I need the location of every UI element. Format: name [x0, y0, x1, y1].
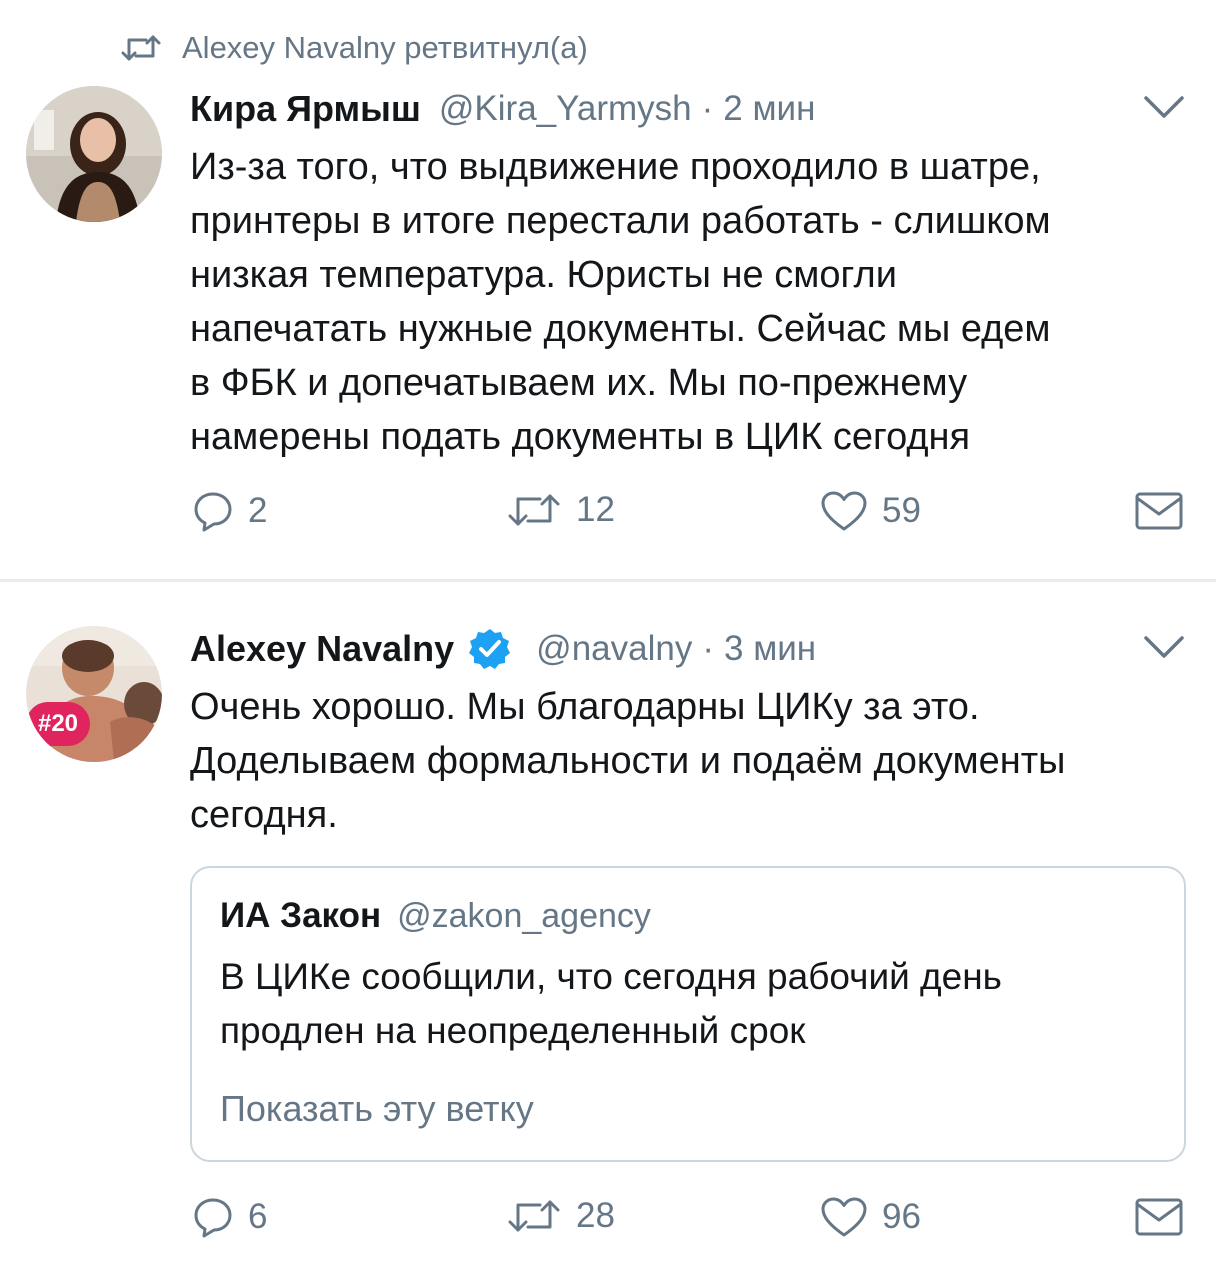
reply-icon	[194, 492, 232, 532]
avatar-badge: #20	[26, 702, 90, 746]
author-name[interactable]: Alexey Navalny	[190, 628, 454, 670]
retweet-icon	[508, 494, 560, 526]
heart-icon	[821, 1197, 867, 1237]
tweet-text: Из-за того, что выдвижение проходило в ш…	[190, 146, 1051, 458]
show-thread-link[interactable]: Показать эту ветку	[220, 1088, 534, 1130]
retweet-count: 28	[576, 1196, 615, 1235]
reply-button[interactable]: 2	[192, 490, 267, 532]
chevron-down-icon[interactable]	[1142, 632, 1186, 662]
tweet-divider	[0, 579, 1216, 582]
avatar[interactable]: #20	[26, 626, 162, 762]
quoted-author-name: ИА Закон	[220, 896, 382, 935]
like-button[interactable]: 59	[820, 490, 921, 532]
quoted-tweet-card[interactable]: ИА Закон @zakon_agency В ЦИКе сообщили, …	[190, 866, 1186, 1162]
quoted-author-handle: @zakon_agency	[397, 896, 651, 935]
reply-icon	[194, 1198, 232, 1238]
retweet-icon	[121, 35, 161, 61]
like-button[interactable]: 96	[820, 1196, 921, 1238]
tweet-header: Кира Ярмыш @Kira_Yarmysh · 2 мин	[190, 84, 815, 134]
reply-count: 2	[248, 491, 268, 530]
verified-badge-icon	[469, 629, 511, 669]
tweet-text: Очень хорошо. Мы благодарны ЦИКу за это.…	[190, 686, 1066, 836]
quoted-tweet-text: В ЦИКе сообщили, что сегодня рабочий ден…	[220, 956, 1002, 1051]
avatar-badge-text: #20	[37, 710, 79, 737]
retweet-context: Alexey Navalny ретвитнул(а)	[120, 28, 588, 68]
chevron-down-icon[interactable]	[1142, 92, 1186, 122]
timestamp[interactable]: 3 мин	[724, 629, 816, 669]
author-name[interactable]: Кира Ярмыш	[190, 88, 421, 130]
quoted-tweet-header: ИА Закон @zakon_agency	[220, 896, 651, 936]
author-handle[interactable]: @Kira_Yarmysh	[439, 89, 692, 129]
retweet-button[interactable]: 12	[506, 490, 615, 530]
retweet-button[interactable]: 28	[506, 1196, 615, 1236]
heart-icon	[821, 491, 867, 531]
retweeted-by-label: Alexey Navalny ретвитнул(а)	[182, 30, 588, 65]
reply-button[interactable]: 6	[192, 1196, 267, 1238]
author-handle[interactable]: @navalny	[536, 629, 692, 669]
retweet-icon	[508, 1200, 560, 1232]
reply-count: 6	[248, 1197, 268, 1236]
like-count: 59	[882, 491, 921, 530]
retweet-count: 12	[576, 490, 615, 529]
timestamp[interactable]: 2 мин	[723, 89, 815, 129]
avatar-kira-image	[26, 86, 162, 222]
separator: ·	[702, 629, 714, 668]
separator: ·	[701, 89, 714, 128]
avatar[interactable]	[26, 86, 162, 222]
direct-message-icon[interactable]	[1134, 1196, 1184, 1238]
tweet-header: Alexey Navalny @navalny · 3 мин	[190, 624, 816, 674]
direct-message-icon[interactable]	[1134, 490, 1184, 532]
like-count: 96	[882, 1197, 921, 1236]
